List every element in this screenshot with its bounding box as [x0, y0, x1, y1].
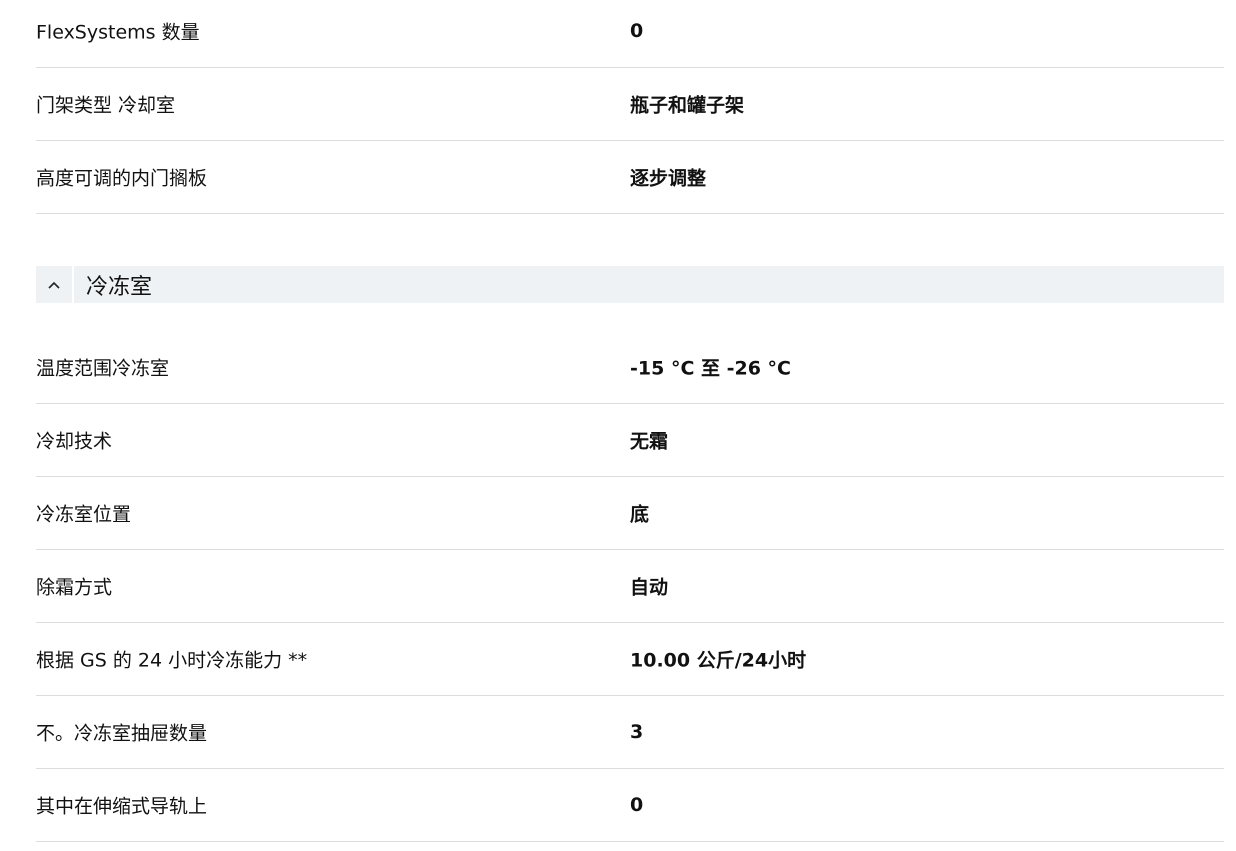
spec-label: 除霜方式 — [36, 576, 113, 599]
spec-value: 0 — [630, 794, 644, 816]
spec-value: 瓶子和罐子架 — [630, 94, 745, 117]
spec-label: 冷冻室位置 — [36, 503, 132, 526]
freezer-section-header[interactable]: 冷冻室 — [36, 266, 1224, 303]
spec-label: 温度范围冷冻室 — [36, 357, 170, 380]
spec-row: 高度可调的内门搁板 逐步调整 — [36, 141, 1224, 214]
section-title: 冷冻室 — [86, 274, 153, 300]
spec-row: 冷冻室位置 底 — [36, 477, 1224, 550]
spec-label: FlexSystems 数量 — [36, 21, 200, 44]
spec-label: 根据 GS 的 24 小时冷冻能力 ** — [36, 649, 308, 672]
spec-value: 逐步调整 — [630, 167, 707, 190]
spec-value: 底 — [630, 503, 650, 526]
spec-row: FlexSystems 数量 0 — [36, 0, 1224, 68]
spec-value: 10.00 公斤/24小时 — [630, 649, 807, 672]
spec-label: 高度可调的内门搁板 — [36, 167, 208, 190]
spec-row: 冷却技术 无霜 — [36, 404, 1224, 477]
spec-label: 其中在伸缩式导轨上 — [36, 795, 208, 818]
spec-value: 无霜 — [630, 430, 669, 453]
chevron-up-icon — [48, 281, 60, 289]
spec-label: 门架类型 冷却室 — [36, 94, 176, 117]
collapse-toggle-button[interactable] — [36, 266, 74, 303]
spec-value: -15 °C 至 -26 °C — [630, 357, 791, 380]
spec-row: 温度范围冷冻室 -15 °C 至 -26 °C — [36, 331, 1224, 404]
spec-value: 0 — [630, 20, 644, 42]
spec-value: 3 — [630, 721, 644, 743]
spec-row: 门架类型 冷却室 瓶子和罐子架 — [36, 68, 1224, 141]
spec-value: 自动 — [630, 576, 669, 599]
spec-list-freezer: 温度范围冷冻室 -15 °C 至 -26 °C 冷却技术 无霜 冷冻室位置 底 … — [36, 331, 1224, 842]
spec-row: 其中在伸缩式导轨上 0 — [36, 769, 1224, 842]
spec-list-general: FlexSystems 数量 0 门架类型 冷却室 瓶子和罐子架 高度可调的内门… — [36, 0, 1224, 214]
spec-row: 根据 GS 的 24 小时冷冻能力 ** 10.00 公斤/24小时 — [36, 623, 1224, 696]
spec-label: 不。冷冻室抽屉数量 — [36, 722, 208, 745]
spec-label: 冷却技术 — [36, 430, 113, 453]
spec-row: 除霜方式 自动 — [36, 550, 1224, 623]
spec-row: 不。冷冻室抽屉数量 3 — [36, 696, 1224, 769]
